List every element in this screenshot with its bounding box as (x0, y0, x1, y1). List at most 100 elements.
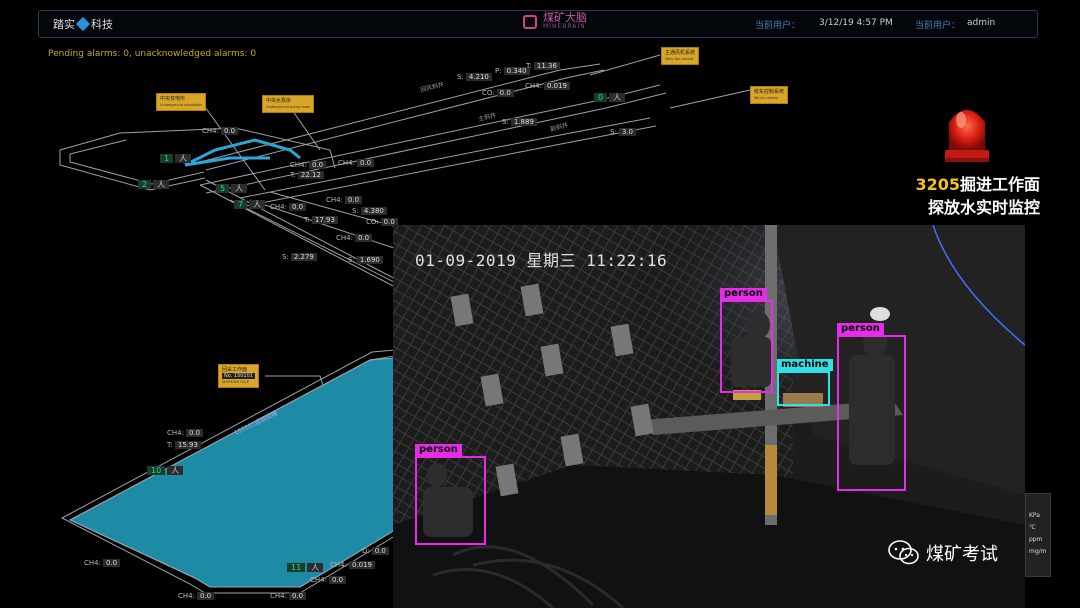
winch-box[interactable]: 绞车控制系统 Winch control (750, 86, 789, 104)
count-unit: 人 (307, 563, 324, 572)
reading-value: 0.0 (371, 547, 389, 555)
reading-value: 1.889 (510, 118, 537, 126)
face-sub: WORKING FACE (222, 380, 250, 384)
detection-box-person[interactable]: person (720, 288, 773, 393)
pump-room-sub: Underground pump room (266, 105, 311, 109)
working-face-box[interactable]: 回采工作面 No. 150101 WORKING FACE (218, 364, 259, 388)
reading-label: CH4: (270, 203, 287, 211)
sensor-reading[interactable]: S: 2.279 (282, 253, 317, 261)
sensor-reading[interactable]: CH4: 0.019 (330, 561, 376, 569)
wechat-watermark: 煤矿考试 (888, 540, 998, 566)
reading-label: S: (348, 256, 355, 264)
units-panel: KPa ℃ ppm mg/m (1025, 493, 1051, 577)
sensor-reading[interactable]: CH4: 0.0 (290, 161, 327, 169)
reading-label: CH4: (167, 429, 184, 437)
sensor-reading[interactable]: CH4: 0.0 (326, 196, 363, 204)
sensor-reading[interactable]: S: 4.210 (457, 73, 492, 81)
detection-box-machine[interactable]: machine (777, 359, 833, 406)
reading-label: T: (526, 62, 532, 70)
count-value: 5 (216, 184, 230, 193)
count-value: 11 (287, 563, 306, 572)
sensor-reading[interactable]: S: 1.889 (502, 118, 537, 126)
reading-value: 17.93 (311, 216, 338, 224)
sensor-reading[interactable]: CH4: 0.0 (270, 203, 307, 211)
count-unit: 人 (153, 180, 170, 189)
personnel-count[interactable]: 5人 (216, 183, 248, 194)
reading-value: 0.0 (354, 234, 373, 242)
reading-value: 0.0 (344, 196, 363, 204)
count-unit: 人 (249, 200, 266, 209)
detection-box-person[interactable]: person (837, 323, 906, 491)
main-fan-sub: Main fan control (665, 57, 694, 61)
sensor-reading[interactable]: CH4: 0.0 (202, 127, 239, 135)
reading-label: T: (167, 441, 173, 449)
reading-label: CH4: (330, 561, 347, 569)
winch-sub: Winch control (754, 96, 778, 100)
reading-label: CO: (482, 89, 495, 97)
sensor-reading[interactable]: CO: 0.0 (482, 89, 514, 97)
reading-label: CO: (366, 218, 379, 226)
title-number: 3205 (915, 175, 960, 194)
sensor-reading[interactable]: S: 3.0 (610, 128, 636, 136)
sensor-reading[interactable]: CH4: 0.019 (525, 82, 571, 90)
detection-label: machine (777, 359, 833, 371)
sensor-reading[interactable]: CH4: 0.0 (338, 159, 375, 167)
detection-label: person (415, 444, 462, 456)
reading-value: 0.0 (308, 161, 327, 169)
personnel-count[interactable]: 0人 (594, 92, 626, 103)
personnel-count[interactable]: 1人 (160, 153, 192, 164)
sensor-reading[interactable]: CH4: 0.0 (84, 559, 121, 567)
sensor-reading[interactable]: CH4: 0.0 (310, 576, 347, 584)
personnel-count[interactable]: 7人 (234, 199, 266, 210)
reading-label: S: (502, 118, 509, 126)
reading-value: 0.0 (288, 592, 307, 600)
sensor-reading[interactable]: T: 11.36 (526, 62, 560, 70)
main-fan-box[interactable]: 主通风机系统 Main fan control (661, 47, 700, 65)
personnel-count[interactable]: 2人 (138, 179, 170, 190)
reading-label: P: (495, 67, 502, 75)
watermark-text: 煤矿考试 (926, 544, 998, 565)
sensor-reading[interactable]: CH4: 0.0 (178, 592, 215, 600)
count-unit: 人 (175, 154, 192, 163)
sensor-reading[interactable]: T: 22.12 (290, 171, 324, 179)
reading-label: CH4: (202, 127, 219, 135)
sensor-reading[interactable]: T: 15.93 (167, 441, 201, 449)
reading-value: 3.0 (618, 128, 636, 136)
reading-value: 0.019 (348, 561, 376, 569)
reading-value: 22.12 (297, 171, 324, 179)
alarm-beacon-icon (945, 110, 989, 162)
reading-label: S: (282, 253, 289, 261)
sensor-reading[interactable]: P: 0.340 (495, 67, 530, 75)
reading-label: CH4: (290, 161, 307, 169)
reading-label: CH4: (270, 592, 287, 600)
unit-label: ppm (1029, 536, 1043, 543)
personnel-count[interactable]: 10 人 (147, 465, 184, 476)
sensor-reading[interactable]: S: 4.380 (352, 207, 387, 215)
reading-label: CH4: (336, 234, 353, 242)
reading-value: 4.210 (465, 73, 492, 81)
sensor-reading[interactable]: T: 17.93 (304, 216, 338, 224)
count-value: 2 (138, 180, 152, 189)
reading-label: S: (457, 73, 464, 81)
sensor-reading[interactable]: D: 0.0 (362, 547, 389, 555)
detection-label: person (720, 288, 767, 300)
pump-room-box[interactable]: 中央水泵房 Underground pump room (262, 95, 315, 113)
personnel-count[interactable]: 11 人 (287, 562, 324, 573)
detection-box-person[interactable]: person (415, 444, 486, 545)
sensor-reading[interactable]: CH4: 0.0 (270, 592, 307, 600)
reading-label: CH4: (84, 559, 101, 567)
substation-sub: Underground substation (160, 103, 203, 107)
reading-label: S: (352, 207, 359, 215)
reading-value: 15.93 (174, 441, 201, 449)
unit-label: KPa (1029, 512, 1040, 519)
reading-value: 1.690 (356, 256, 383, 264)
sensor-reading[interactable]: CH4: 0.0 (167, 429, 204, 437)
sensor-reading[interactable]: CH4: 0.0 (336, 234, 373, 242)
count-unit: 人 (167, 466, 184, 475)
reading-label: CH4: (338, 159, 355, 167)
sensor-reading[interactable]: S: 1.690 (348, 256, 383, 264)
reading-label: CH4: (326, 196, 343, 204)
wechat-icon (888, 540, 919, 565)
count-unit: 人 (609, 93, 626, 102)
substation-box[interactable]: 中央变电所 Underground substation (156, 93, 207, 111)
